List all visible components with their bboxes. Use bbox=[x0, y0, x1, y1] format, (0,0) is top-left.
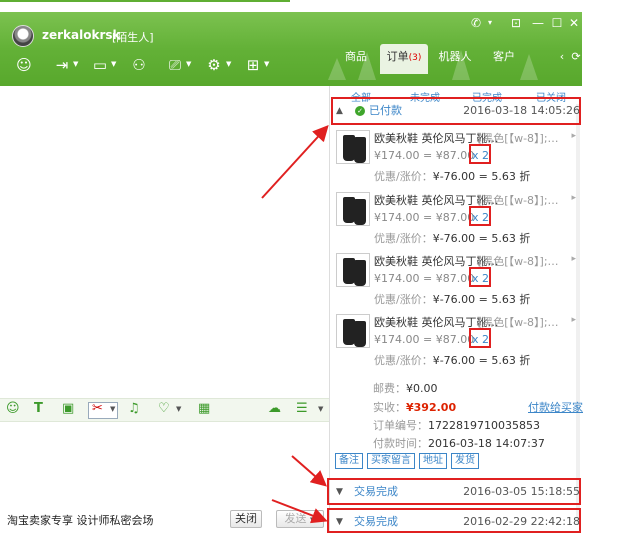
annotation-arrow bbox=[271, 499, 328, 524]
annotation-arrow bbox=[291, 455, 328, 487]
annotation-arrows bbox=[261, 125, 329, 524]
app-window: { "contact": { "name": "zerkalokrsk", "t… bbox=[0, 0, 620, 533]
annotation-arrow bbox=[261, 125, 329, 199]
